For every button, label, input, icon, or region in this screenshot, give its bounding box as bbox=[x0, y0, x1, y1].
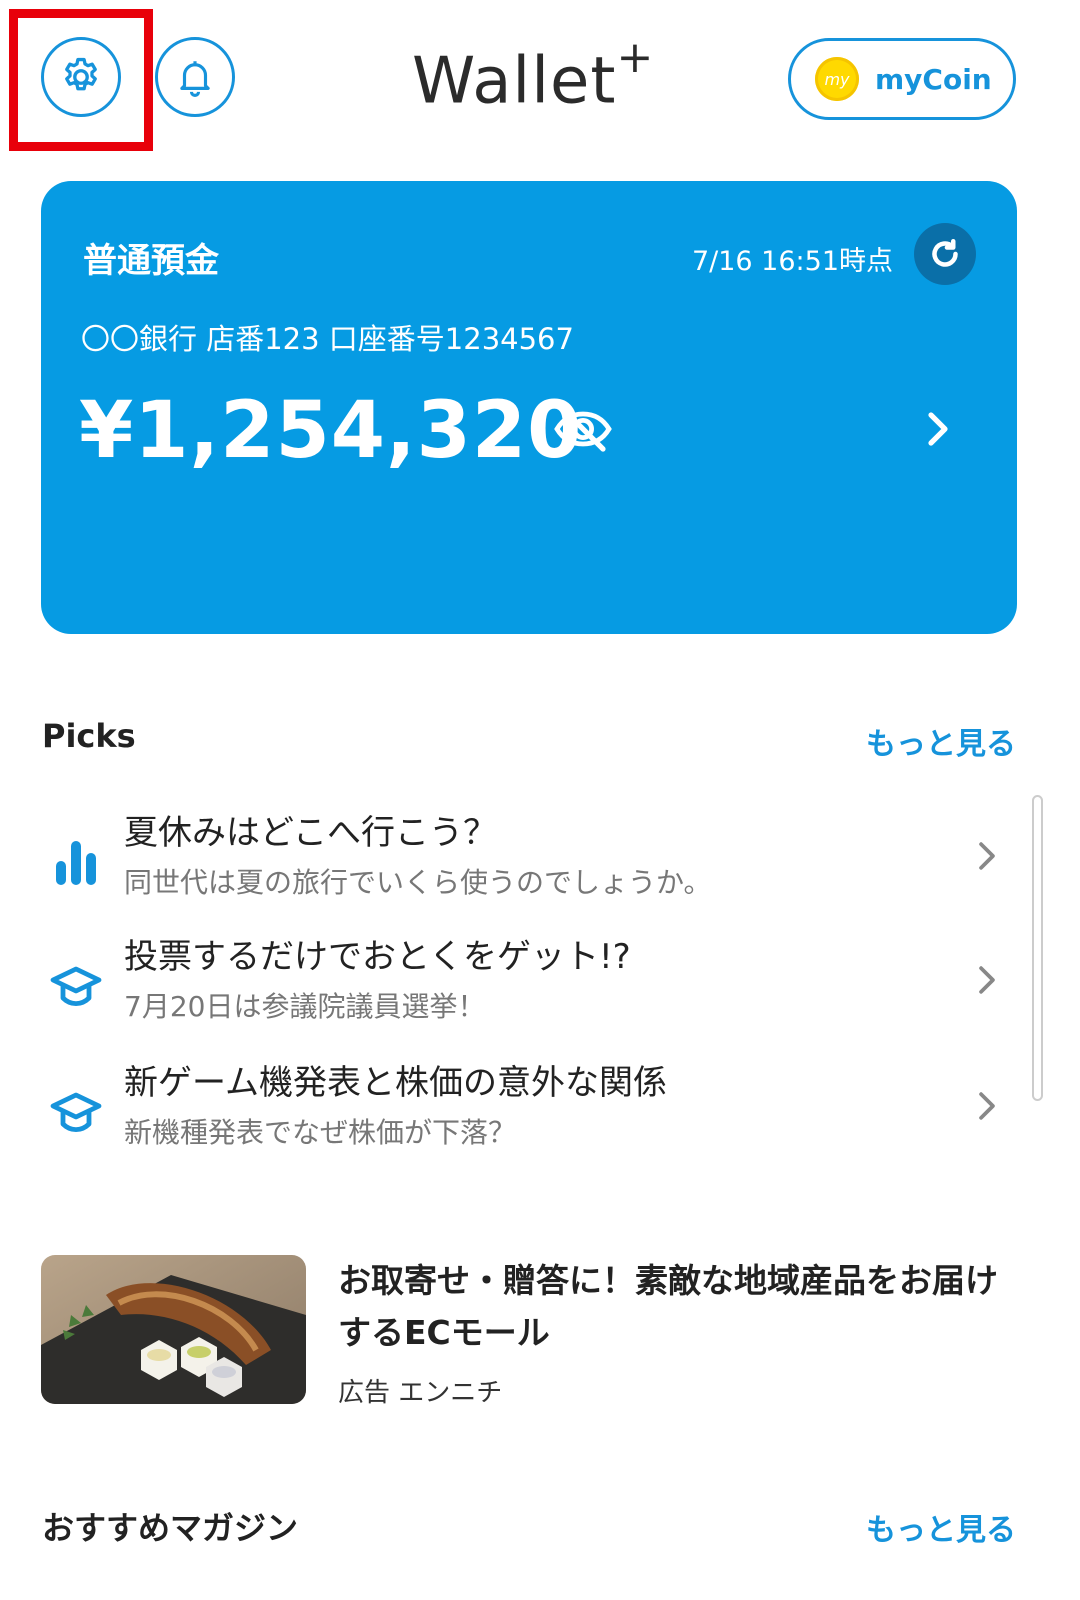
ad-title[interactable]: お取寄せ・贈答に！素敵な地域産品をお届けするECモール bbox=[338, 1255, 1018, 1359]
mycoin-label: myCoin bbox=[875, 62, 992, 96]
pick-subtitle: 新機種発表でなぜ株価が下落？ bbox=[124, 1116, 517, 1149]
magazine-title: おすすめマガジン bbox=[42, 1509, 299, 1547]
chevron-right-icon bbox=[979, 966, 995, 994]
eye-off-icon bbox=[554, 406, 612, 452]
account-info: 〇〇銀行 店番123 口座番号1234567 bbox=[81, 322, 574, 356]
logo-plus: + bbox=[616, 32, 655, 83]
pick-title: 投票するだけでおとくをゲット!? bbox=[124, 937, 631, 977]
food-photo bbox=[41, 1255, 306, 1404]
balance-amount: ¥1,254,320 bbox=[79, 386, 583, 476]
highlight-box bbox=[9, 9, 153, 151]
scrollbar[interactable] bbox=[1032, 795, 1043, 1101]
coin-icon: my bbox=[815, 57, 859, 101]
updated-time: 7/16 16:51時点 bbox=[691, 246, 893, 277]
magazine-more-link[interactable]: もっと見る bbox=[866, 1505, 1016, 1549]
bell-icon bbox=[180, 61, 210, 97]
pick-item[interactable]: 夏休みはどこへ行こう？ 同世代は夏の旅行でいくら使うのでしょうか。 bbox=[40, 805, 1020, 925]
account-detail-chevron[interactable] bbox=[925, 409, 951, 453]
app-logo: Wallet+ bbox=[412, 32, 654, 119]
chevron-right-icon bbox=[979, 842, 995, 870]
bar-chart-icon bbox=[56, 841, 96, 885]
mycoin-button[interactable]: my myCoin bbox=[788, 38, 1016, 120]
graduation-cap-icon bbox=[50, 1092, 102, 1132]
pick-item[interactable]: 投票するだけでおとくをゲット!? 7月20日は参議院議員選挙！ bbox=[40, 929, 1020, 1049]
picks-title: Picks bbox=[42, 717, 136, 755]
coin-badge-text: my bbox=[824, 69, 850, 89]
pick-subtitle: 同世代は夏の旅行でいくら使うのでしょうか。 bbox=[124, 866, 712, 899]
logo-text: Wallet bbox=[412, 44, 617, 119]
pick-title: 夏休みはどこへ行こう？ bbox=[124, 813, 497, 853]
chevron-right-icon bbox=[979, 1092, 995, 1120]
account-type: 普通預金 bbox=[83, 241, 219, 281]
refresh-icon bbox=[932, 239, 958, 267]
pick-title: 新ゲーム機発表と株価の意外な関係 bbox=[124, 1063, 667, 1103]
pick-subtitle: 7月20日は参議院議員選挙！ bbox=[124, 990, 486, 1023]
notifications-button[interactable] bbox=[155, 37, 235, 117]
ad-image[interactable] bbox=[41, 1255, 306, 1404]
account-card[interactable]: 普通預金 7/16 16:51時点 〇〇銀行 店番123 口座番号1234567… bbox=[41, 181, 1017, 634]
chevron-right-icon bbox=[928, 412, 948, 446]
graduation-cap-icon bbox=[50, 966, 102, 1006]
pick-item[interactable]: 新ゲーム機発表と株価の意外な関係 新機種発表でなぜ株価が下落？ bbox=[40, 1055, 1020, 1175]
ad-meta: 広告 エンニチ bbox=[338, 1378, 503, 1408]
refresh-button[interactable] bbox=[914, 223, 976, 285]
hide-balance-button[interactable] bbox=[553, 403, 613, 459]
picks-more-link[interactable]: もっと見る bbox=[866, 719, 1016, 763]
